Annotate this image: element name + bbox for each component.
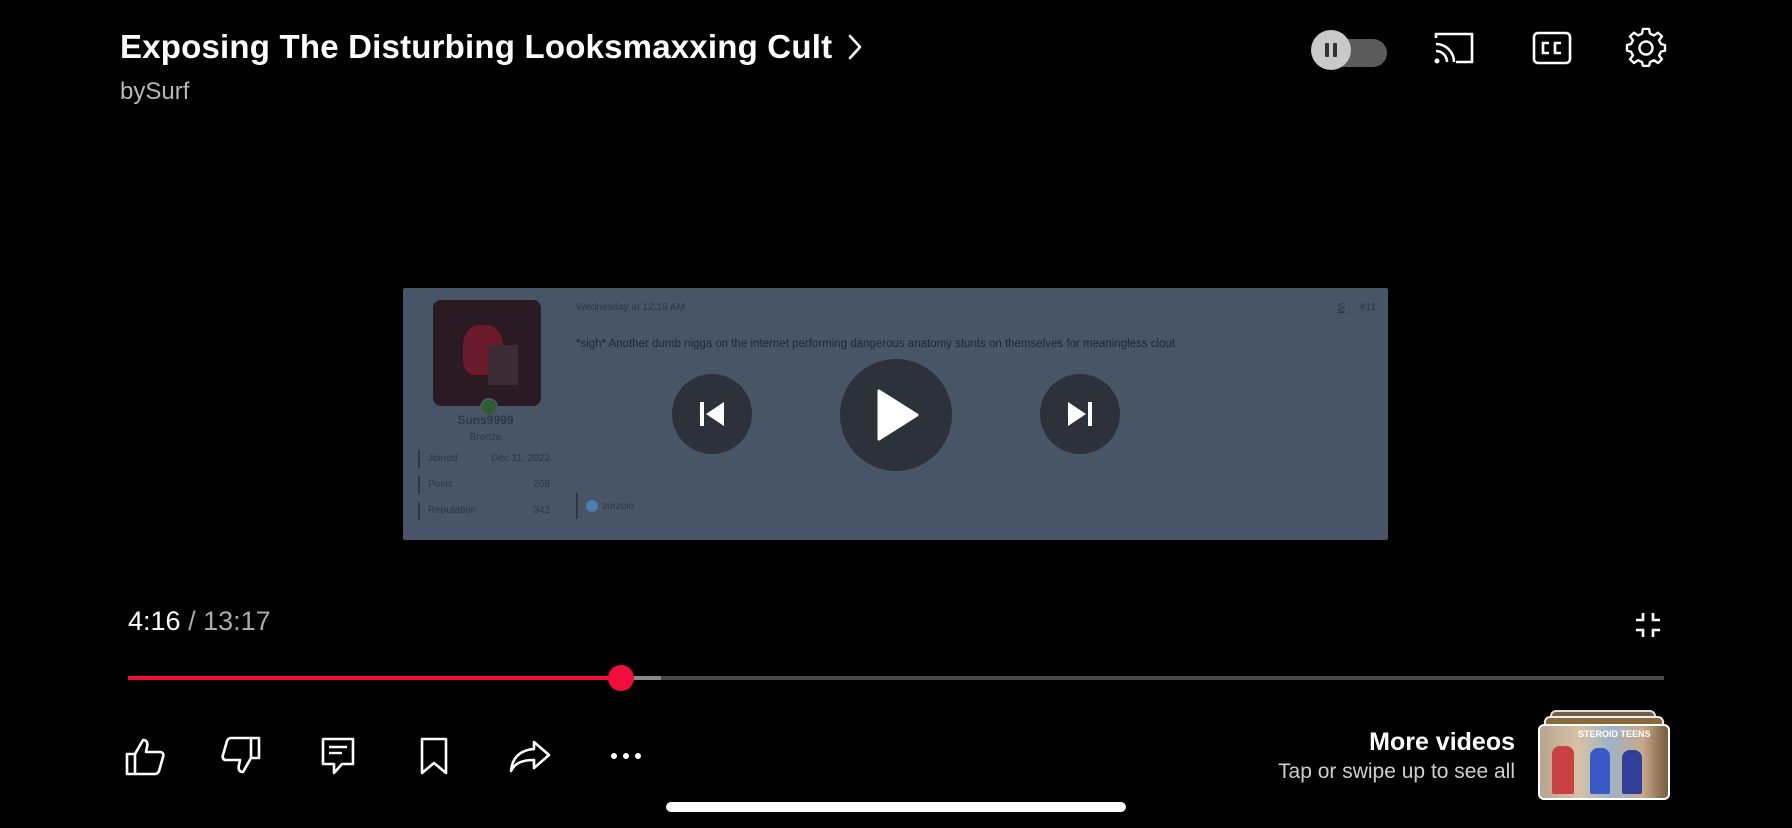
more-videos-thumbnails[interactable]: STEROID TEENS (1538, 706, 1670, 800)
progress-bar[interactable] (128, 665, 1664, 691)
scrubber-handle[interactable] (607, 665, 634, 691)
video-title-row[interactable]: Exposing The Disturbing Looksmaxxing Cul… (120, 28, 864, 66)
post-username: Suns9999 (457, 413, 514, 427)
comments-icon (321, 737, 355, 775)
cast-icon[interactable] (1432, 28, 1476, 68)
save-button[interactable] (412, 734, 456, 778)
thumbnail-caption: STEROID TEENS (1578, 729, 1651, 739)
captions-icon[interactable] (1530, 28, 1574, 68)
chevron-right-icon (848, 34, 862, 60)
more-videos-title[interactable]: More videos (1369, 728, 1515, 757)
reaction-icon (586, 500, 598, 512)
post-rank: Bronze (469, 432, 502, 443)
exit-fullscreen-icon[interactable] (1630, 608, 1666, 642)
bookmark-icon (420, 737, 448, 775)
current-time: 4:16 (128, 606, 181, 636)
more-actions-button[interactable] (604, 734, 648, 778)
thumbnail-front: STEROID TEENS (1538, 724, 1670, 800)
more-icon (611, 753, 641, 759)
post-number: #11 (1360, 302, 1376, 313)
played-bar (128, 676, 621, 680)
previous-button[interactable] (672, 374, 752, 454)
like-icon (125, 738, 165, 776)
post-author-panel: Suns9999 Bronze Joined Dec 11, 2022 Posts… (403, 288, 568, 540)
video-title[interactable]: Exposing The Disturbing Looksmaxxing Cul… (120, 28, 832, 66)
next-icon (1068, 402, 1092, 426)
post-stat-posts: Posts 266 (418, 476, 550, 494)
play-button[interactable] (840, 359, 952, 471)
reaction-row: zurzolo (576, 493, 634, 519)
more-videos-subtitle: Tap or swipe up to see all (1278, 760, 1515, 783)
next-button[interactable] (1040, 374, 1120, 454)
previous-icon (700, 402, 724, 426)
channel-name[interactable]: bySurf (120, 78, 189, 106)
post-stat-joined: Joined Dec 11, 2022 (418, 450, 550, 468)
post-stat-reputation: Reputation 342 (418, 502, 550, 520)
share-small-icon: ⪠ (1336, 302, 1346, 314)
share-icon (509, 740, 551, 773)
post-body-text: *sigh* Another dumb nigga on the interne… (576, 338, 1175, 350)
autoplay-toggle[interactable] (1311, 30, 1387, 70)
settings-gear-icon[interactable] (1624, 26, 1668, 70)
dislike-button[interactable] (219, 734, 263, 778)
like-button[interactable] (123, 734, 167, 778)
dislike-icon (221, 736, 261, 774)
play-icon (877, 389, 919, 441)
video-player[interactable]: Suns9999 Bronze Joined Dec 11, 2022 Posts… (403, 288, 1388, 540)
post-date: Wednesday at 12:16 AM (576, 302, 685, 313)
avatar (433, 300, 541, 406)
duration: / 13:17 (180, 606, 271, 636)
time-display: 4:16 / 13:17 (128, 606, 271, 637)
share-button[interactable] (508, 734, 552, 778)
home-indicator[interactable] (666, 802, 1126, 812)
pause-icon (1311, 30, 1351, 70)
comments-button[interactable] (316, 734, 360, 778)
